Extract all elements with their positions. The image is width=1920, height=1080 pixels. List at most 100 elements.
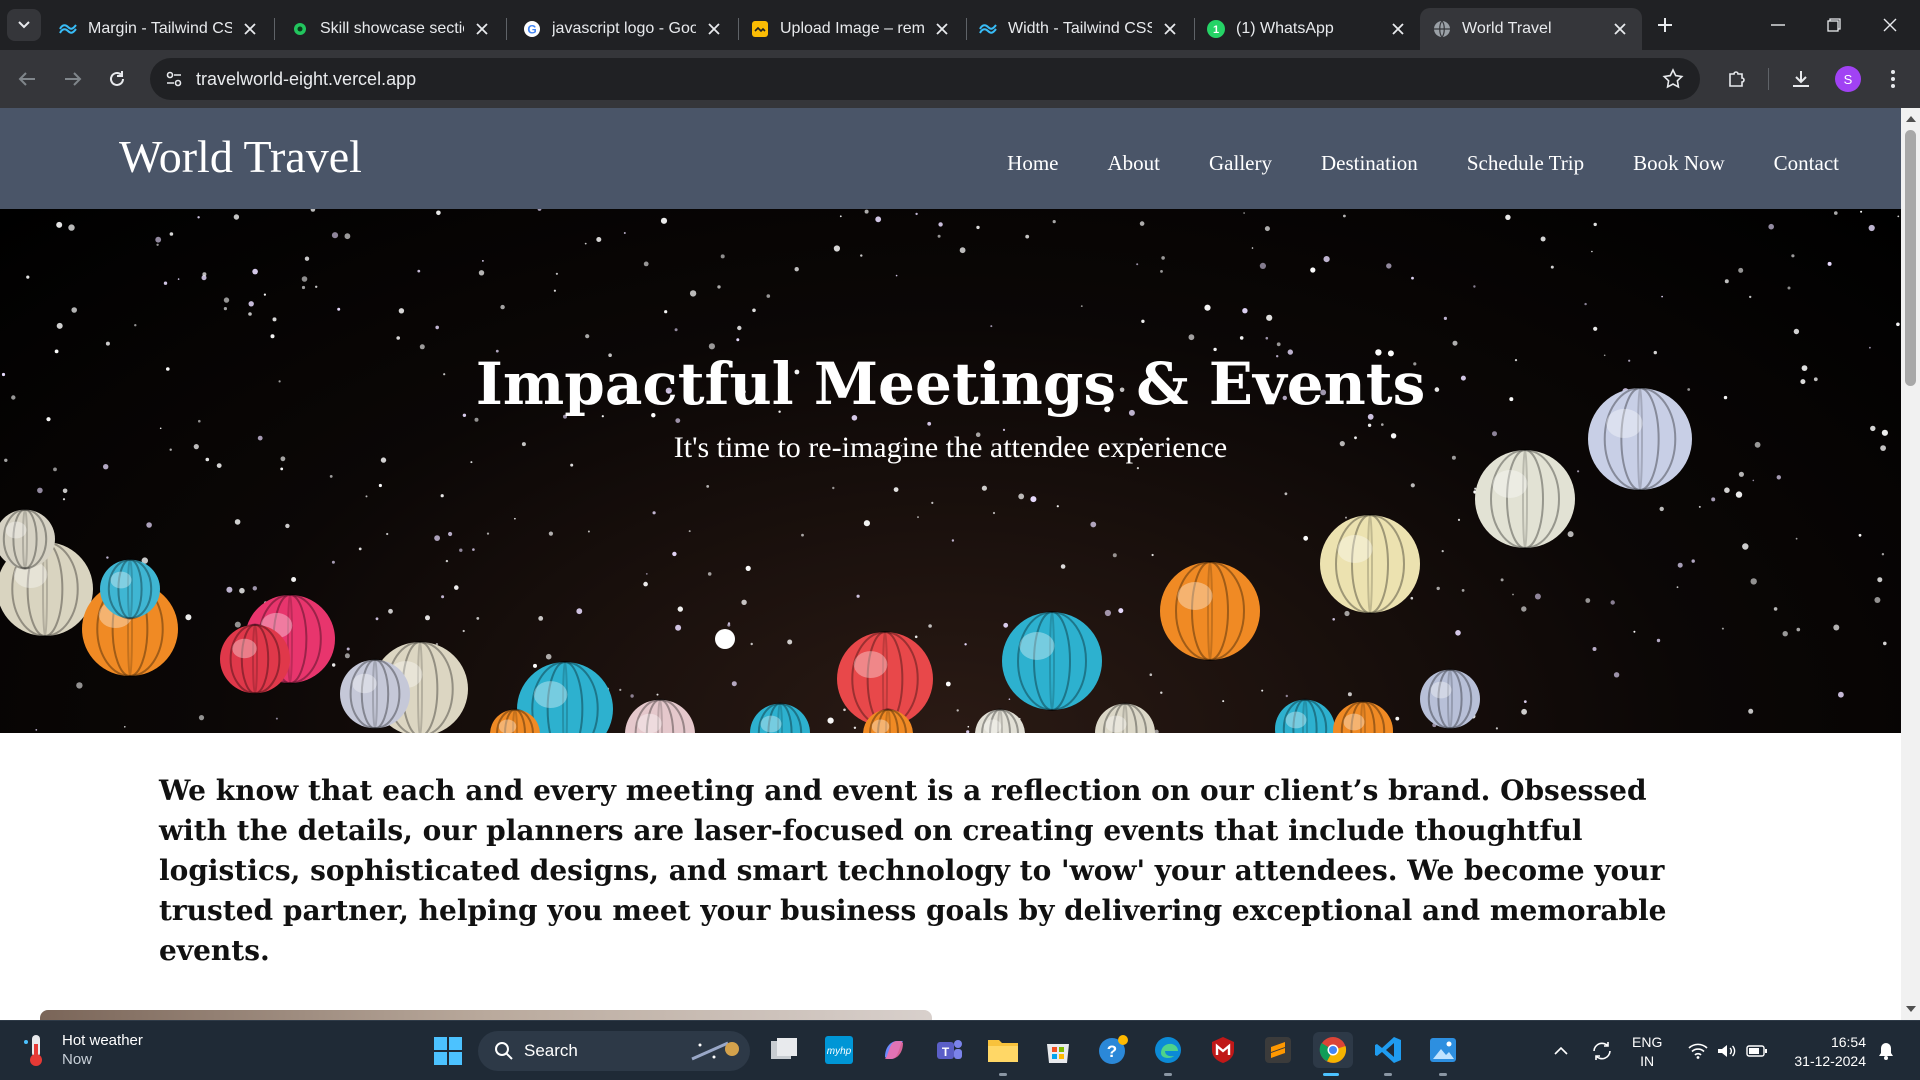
close-window-button[interactable] [1862, 0, 1918, 50]
myhp-app[interactable]: myhp [821, 1032, 857, 1068]
tab-search-button[interactable] [7, 9, 41, 41]
search-label: Search [524, 1041, 578, 1060]
string-light [62, 498, 66, 501]
string-light [856, 594, 860, 598]
extensions-button[interactable] [1724, 66, 1750, 92]
wifi-status[interactable] [1684, 1021, 1712, 1080]
string-light [643, 261, 649, 267]
string-light [156, 243, 159, 246]
nav-link-home[interactable]: Home [1007, 151, 1058, 176]
profile-avatar[interactable]: S [1835, 66, 1861, 92]
close-icon[interactable] [932, 19, 952, 39]
reload-button[interactable] [100, 62, 134, 96]
string-light [1661, 295, 1663, 298]
string-light [860, 254, 863, 257]
browser-tab[interactable]: 1 (1) WhatsApp [1194, 8, 1420, 50]
close-icon[interactable] [240, 19, 260, 39]
string-light [226, 586, 233, 593]
chrome-menu-button[interactable] [1880, 66, 1906, 92]
back-button[interactable] [10, 62, 44, 96]
edge-app[interactable] [1150, 1032, 1186, 1076]
site-info-icon[interactable] [164, 69, 184, 89]
system-clock[interactable]: 16:54 31-12-2024 [1784, 1033, 1866, 1071]
start-button[interactable] [430, 1033, 466, 1069]
input-language[interactable]: ENG IN [1632, 1033, 1662, 1071]
string-light [155, 236, 162, 243]
sublime-text-app[interactable] [1260, 1032, 1296, 1068]
close-icon[interactable] [1388, 19, 1408, 39]
show-hidden-icons-button[interactable] [1548, 1021, 1574, 1080]
microsoft-store-app[interactable] [1040, 1032, 1076, 1068]
nav-link-book-now[interactable]: Book Now [1633, 151, 1725, 176]
string-light [956, 709, 959, 712]
string-light [1276, 342, 1281, 347]
string-light [500, 304, 505, 310]
browser-tab[interactable]: Width - Tailwind CSS [966, 8, 1192, 50]
string-light [263, 293, 266, 296]
close-icon[interactable] [1160, 19, 1180, 39]
string-light [1452, 340, 1458, 346]
site-brand[interactable]: World Travel [119, 130, 362, 183]
puzzle-icon [1729, 71, 1745, 87]
taskbar-search[interactable]: Search [478, 1031, 750, 1071]
browser-tab[interactable]: Margin - Tailwind CSS [46, 8, 272, 50]
string-light [301, 285, 306, 290]
browser-tab[interactable]: G javascript logo - Google [510, 8, 736, 50]
notifications-button[interactable] [1872, 1021, 1900, 1080]
string-light [398, 308, 405, 314]
browser-tab[interactable]: Skill showcase section [278, 8, 504, 50]
scroll-down-icon[interactable] [1906, 1006, 1916, 1012]
nav-link-about[interactable]: About [1108, 151, 1161, 176]
string-light [234, 519, 241, 525]
mcafee-app[interactable] [1205, 1032, 1241, 1068]
minimize-button[interactable] [1750, 0, 1806, 50]
string-light [169, 232, 174, 236]
page-scrollbar[interactable] [1901, 108, 1920, 1020]
chrome-app[interactable] [1313, 1032, 1353, 1076]
close-icon[interactable] [1610, 19, 1630, 39]
nav-link-gallery[interactable]: Gallery [1209, 151, 1272, 176]
string-light [931, 501, 934, 504]
paper-lantern [625, 698, 695, 733]
bookmark-star-icon[interactable] [1662, 68, 1684, 90]
close-icon[interactable] [704, 19, 724, 39]
nav-link-schedule-trip[interactable]: Schedule Trip [1467, 151, 1584, 176]
battery-status[interactable] [1742, 1021, 1772, 1080]
string-light [358, 547, 362, 551]
string-light [645, 573, 648, 575]
new-tab-button[interactable] [1650, 10, 1680, 40]
close-icon[interactable] [472, 19, 492, 39]
get-help-app[interactable]: ? [1095, 1032, 1131, 1068]
string-light [1610, 600, 1615, 605]
file-explorer-app[interactable] [985, 1032, 1021, 1076]
address-bar[interactable]: travelworld-eight.vercel.app [150, 58, 1700, 100]
string-light [1868, 224, 1875, 232]
string-light [56, 221, 63, 228]
string-light [378, 483, 382, 488]
scrollbar-thumb[interactable] [1905, 130, 1916, 386]
volume-status[interactable] [1712, 1021, 1740, 1080]
browser-tab[interactable]: Upload Image – remove [738, 8, 964, 50]
paper-lantern [1420, 668, 1480, 730]
weather-widget[interactable]: Hot weather Now [22, 1031, 143, 1069]
nav-link-contact[interactable]: Contact [1774, 151, 1839, 176]
browser-tab-active[interactable]: World Travel [1420, 8, 1642, 50]
photos-app[interactable] [1425, 1032, 1461, 1076]
downloads-button[interactable] [1788, 66, 1814, 92]
sync-tray-button[interactable] [1586, 1021, 1618, 1080]
task-view-button[interactable] [766, 1032, 802, 1068]
string-light [445, 559, 449, 563]
copilot-app[interactable] [876, 1032, 912, 1068]
clock-date: 31-12-2024 [1794, 1053, 1866, 1069]
string-light [630, 694, 634, 698]
forward-button[interactable] [56, 62, 90, 96]
string-light [1677, 562, 1683, 568]
string-light [545, 653, 552, 660]
teams-app[interactable]: T [931, 1032, 967, 1068]
string-light [1112, 553, 1117, 558]
scroll-up-icon[interactable] [1906, 116, 1916, 122]
restore-button[interactable] [1806, 0, 1862, 50]
vscode-app[interactable] [1370, 1032, 1406, 1076]
string-light [1386, 263, 1392, 269]
nav-link-destination[interactable]: Destination [1321, 151, 1418, 176]
